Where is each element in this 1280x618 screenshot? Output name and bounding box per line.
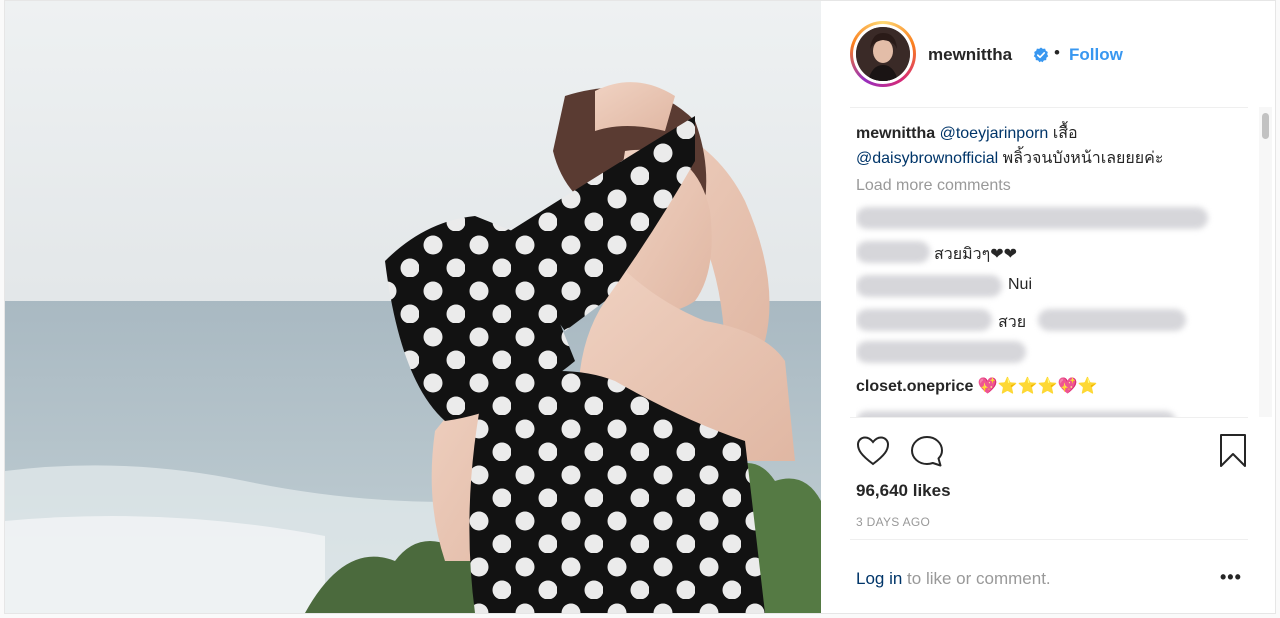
redacted-comment (1038, 309, 1186, 331)
username[interactable]: mewnittha (928, 45, 1012, 65)
redacted-comment (856, 341, 1026, 363)
post-header: mewnittha • Follow (822, 1, 1276, 107)
mention-link[interactable]: @daisybrownofficial (856, 150, 998, 167)
footer-divider (850, 539, 1248, 540)
follow-button[interactable]: Follow (1069, 45, 1123, 65)
comment-row: สวยมิวๆ❤❤ (856, 237, 1248, 267)
post-timestamp[interactable]: 3 DAYS AGO (856, 515, 930, 529)
caption-username[interactable]: mewnittha (856, 125, 935, 142)
comment-row (856, 339, 1248, 369)
post-photo[interactable] (5, 1, 821, 613)
avatar-image (856, 27, 910, 81)
avatar[interactable] (850, 21, 916, 87)
comment-username[interactable]: closet.oneprice (856, 378, 973, 395)
save-bookmark-icon[interactable] (1218, 433, 1248, 469)
redacted-username (856, 309, 992, 331)
login-prompt: Log in to like or comment. (856, 569, 1051, 589)
comment-text: สวย (998, 314, 1027, 331)
redacted-comment (856, 207, 1208, 229)
like-heart-icon[interactable] (856, 435, 890, 467)
separator-dot: • (1054, 43, 1060, 62)
comment-text: Nui (1008, 276, 1033, 293)
scrollbar-thumb[interactable] (1262, 113, 1269, 139)
header-divider (850, 107, 1248, 108)
actions-divider (850, 417, 1248, 418)
comments-scrollbar[interactable] (1259, 107, 1272, 417)
redacted-username (856, 275, 1002, 297)
mention-link[interactable]: @toeyjarinporn (940, 125, 1049, 142)
caption-text: พลิ้วจนบังหน้าเลยยยค่ะ (998, 150, 1164, 167)
comment-row: สวย (856, 305, 1248, 335)
verified-badge-icon (1033, 47, 1049, 63)
comment-bubble-icon[interactable] (909, 434, 945, 468)
redacted-username (856, 241, 930, 263)
comment-row (856, 203, 1248, 233)
photo-image (5, 1, 821, 613)
instagram-post: mewnittha • Follow mewnittha @toeyjarinp… (4, 0, 1276, 614)
more-options-icon[interactable]: ••• (1220, 567, 1242, 588)
comments-list[interactable]: mewnittha @toeyjarinporn เสื้อ @daisybro… (856, 121, 1248, 417)
login-link[interactable]: Log in (856, 569, 902, 588)
load-more-comments-button[interactable]: Load more comments (856, 177, 1248, 195)
comment-row: closet.oneprice 💖⭐⭐⭐💖⭐ (856, 373, 1248, 403)
likes-count[interactable]: 96,640 likes (856, 481, 951, 501)
post-side-panel: mewnittha • Follow mewnittha @toeyjarinp… (822, 1, 1276, 613)
caption: mewnittha @toeyjarinporn เสื้อ @daisybro… (856, 121, 1248, 171)
comment-row: Nui (856, 271, 1248, 301)
comment-text: 💖⭐⭐⭐💖⭐ (977, 378, 1098, 395)
login-prompt-text: to like or comment. (902, 569, 1051, 588)
caption-text: เสื้อ (1048, 125, 1078, 142)
comment-row (856, 407, 1248, 417)
comment-text: สวยมิวๆ❤❤ (934, 246, 1018, 263)
